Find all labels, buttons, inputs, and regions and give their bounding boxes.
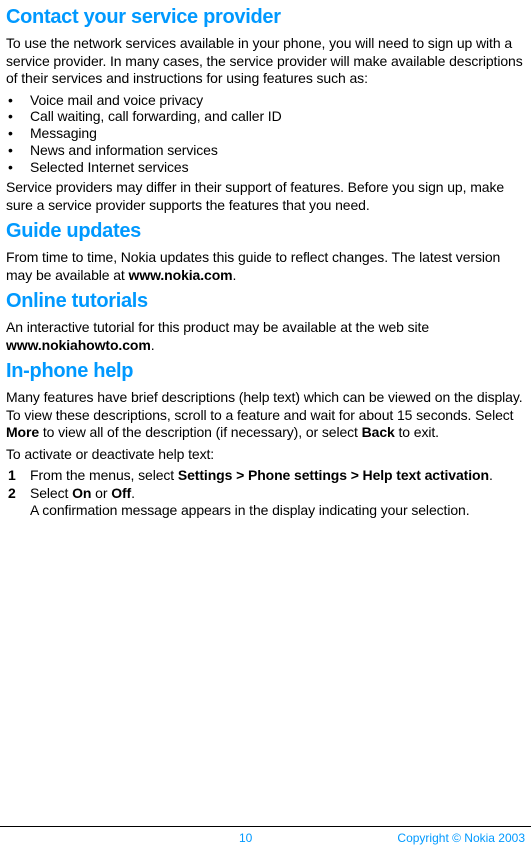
copyright-text: Copyright © Nokia 2003: [397, 831, 525, 845]
list-item: Selected Internet services: [6, 159, 525, 176]
ui-label: More: [6, 424, 39, 440]
heading-contact: Contact your service provider: [6, 6, 525, 29]
text-span: Select: [30, 485, 72, 501]
heading-inphone: In-phone help: [6, 360, 525, 383]
online-paragraph: An interactive tutorial for this product…: [6, 319, 525, 354]
menu-path: Settings > Phone settings > Help text ac…: [178, 467, 489, 483]
text-span: .: [233, 267, 237, 283]
list-item: Messaging: [6, 125, 525, 142]
text-span: A confirmation message appears in the di…: [30, 502, 470, 518]
ui-label: Back: [362, 424, 395, 440]
page-number: 10: [239, 831, 252, 845]
page-footer: 10 Copyright © Nokia 2003: [0, 826, 531, 831]
step-item: From the menus, select Settings > Phone …: [6, 467, 525, 485]
text-span: From the menus, select: [30, 467, 178, 483]
page-content: Contact your service provider To use the…: [6, 6, 525, 520]
text-span: .: [489, 467, 493, 483]
list-item: Voice mail and voice privacy: [6, 92, 525, 109]
text-span: .: [131, 485, 135, 501]
text-span: to view all of the description (if neces…: [39, 424, 362, 440]
inphone-paragraph-2: To activate or deactivate help text:: [6, 446, 525, 464]
text-span: to exit.: [395, 424, 439, 440]
text-span: or: [91, 485, 111, 501]
contact-intro: To use the network services available in…: [6, 35, 525, 88]
text-span: .: [151, 337, 155, 353]
url-text: www.nokiahowto.com: [6, 337, 151, 353]
guide-paragraph: From time to time, Nokia updates this gu…: [6, 249, 525, 284]
list-item: News and information services: [6, 142, 525, 159]
inphone-steps: From the menus, select Settings > Phone …: [6, 467, 525, 520]
text-span: Many features have brief descriptions (h…: [6, 389, 523, 423]
contact-outro: Service providers may differ in their su…: [6, 179, 525, 214]
heading-guide: Guide updates: [6, 220, 525, 243]
ui-label: Off: [111, 485, 131, 501]
step-item: Select On or Off. A confirmation message…: [6, 485, 525, 520]
list-item: Call waiting, call forwarding, and calle…: [6, 108, 525, 125]
text-span: From time to time, Nokia updates this gu…: [6, 249, 500, 283]
inphone-paragraph-1: Many features have brief descriptions (h…: [6, 389, 525, 442]
contact-bullets: Voice mail and voice privacy Call waitin…: [6, 92, 525, 176]
text-span: An interactive tutorial for this product…: [6, 319, 429, 335]
heading-online: Online tutorials: [6, 290, 525, 313]
url-text: www.nokia.com: [129, 267, 233, 283]
ui-label: On: [72, 485, 91, 501]
